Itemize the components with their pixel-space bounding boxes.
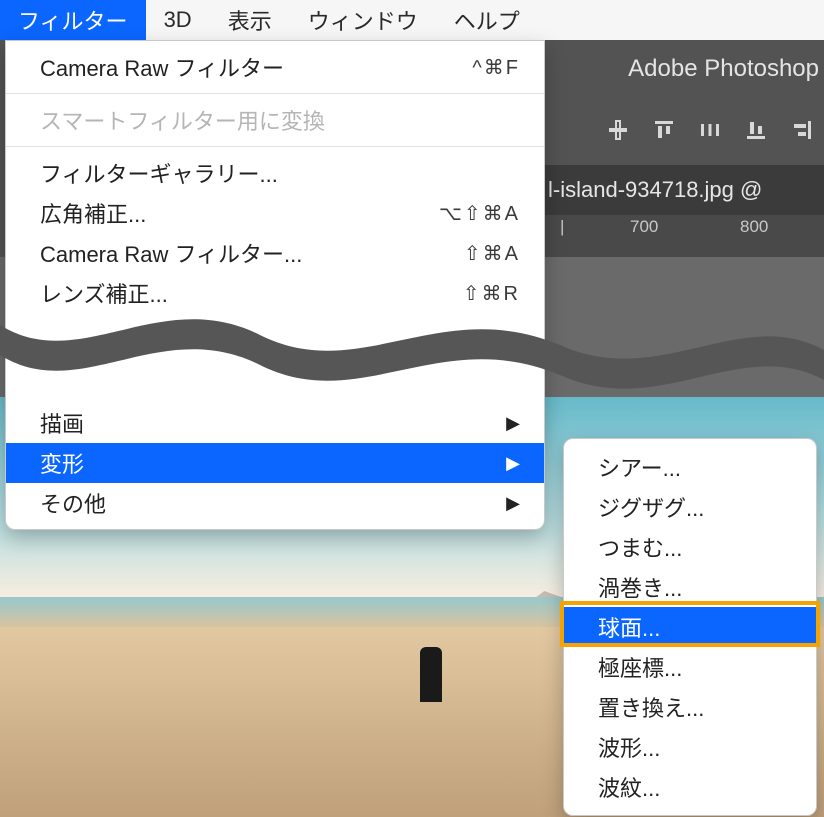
menu-item-label: Camera Raw フィルター... bbox=[40, 237, 302, 269]
menu-window[interactable]: ウィンドウ bbox=[290, 0, 436, 40]
submenu-arrow-icon: ▶ bbox=[506, 493, 520, 514]
menu-item-filter-gallery[interactable]: フィルターギャラリー... bbox=[6, 153, 544, 193]
menu-item-label: スマートフィルター用に変換 bbox=[40, 104, 325, 136]
menu-item-last-filter[interactable]: Camera Raw フィルター ^⌘F bbox=[6, 47, 544, 87]
menu-item-shortcut: ⌥⇧⌘A bbox=[439, 201, 520, 226]
align-top-icon[interactable] bbox=[652, 118, 676, 142]
submenu-item-zigzag[interactable]: ジグザグ... bbox=[564, 487, 816, 527]
menu-item-render[interactable]: 描画 ▶ bbox=[6, 403, 544, 443]
filter-menu-dropdown: Camera Raw フィルター ^⌘F スマートフィルター用に変換 フィルター… bbox=[5, 40, 545, 530]
submenu-arrow-icon: ▶ bbox=[506, 453, 520, 474]
submenu-item-displace[interactable]: 置き換え... bbox=[564, 687, 816, 727]
submenu-item-pinch[interactable]: つまむ... bbox=[564, 527, 816, 567]
align-bottom-icon[interactable] bbox=[744, 118, 768, 142]
menu-3d[interactable]: 3D bbox=[146, 0, 210, 40]
menu-item-label: Camera Raw フィルター bbox=[40, 51, 284, 83]
submenu-item-twirl[interactable]: 渦巻き... bbox=[564, 567, 816, 607]
menu-item-convert-smart: スマートフィルター用に変換 bbox=[6, 100, 544, 140]
menu-item-label: フィルターギャラリー... bbox=[40, 157, 278, 189]
document-tab[interactable]: l-island-934718.jpg @ bbox=[540, 165, 824, 215]
ruler-tick: | bbox=[560, 217, 564, 237]
menu-item-label: 描画 bbox=[40, 407, 84, 439]
submenu-arrow-icon: ▶ bbox=[506, 413, 520, 434]
menubar: フィルター 3D 表示 ウィンドウ ヘルプ bbox=[0, 0, 824, 40]
menu-item-label: その他 bbox=[40, 487, 106, 519]
submenu-item-shear[interactable]: シアー... bbox=[564, 447, 816, 487]
submenu-item-polar[interactable]: 極座標... bbox=[564, 647, 816, 687]
submenu-item-ripple[interactable]: 波紋... bbox=[564, 767, 816, 807]
canvas-figure bbox=[420, 647, 442, 702]
menu-item-camera-raw[interactable]: Camera Raw フィルター... ⇧⌘A bbox=[6, 233, 544, 273]
ruler-tick-label: 800 bbox=[740, 217, 768, 237]
align-vcenter-icon[interactable] bbox=[606, 118, 630, 142]
menu-view[interactable]: 表示 bbox=[210, 0, 290, 40]
menu-item-other[interactable]: その他 ▶ bbox=[6, 483, 544, 523]
menu-separator bbox=[6, 146, 544, 147]
menu-item-adaptive-wide[interactable]: 広角補正... ⌥⇧⌘A bbox=[6, 193, 544, 233]
menu-help[interactable]: ヘルプ bbox=[436, 0, 538, 40]
submenu-item-spherize[interactable]: 球面... bbox=[564, 607, 816, 647]
menu-item-label: 変形 bbox=[40, 447, 84, 479]
menu-item-distort[interactable]: 変形 ▶ bbox=[6, 443, 544, 483]
menu-item-shortcut: ⇧⌘A bbox=[464, 241, 520, 266]
menu-item-label: 広角補正... bbox=[40, 197, 146, 229]
distribute-h-icon[interactable] bbox=[698, 118, 722, 142]
app-title: Adobe Photoshop bbox=[628, 55, 824, 83]
distort-submenu: シアー... ジグザグ... つまむ... 渦巻き... 球面... 極座標..… bbox=[563, 438, 817, 816]
submenu-item-wave[interactable]: 波形... bbox=[564, 727, 816, 767]
menu-item-shortcut: ^⌘F bbox=[472, 55, 520, 80]
wavy-cut-decoration bbox=[0, 295, 824, 405]
menu-separator bbox=[6, 93, 544, 94]
ruler: | 700 800 bbox=[540, 215, 824, 257]
ruler-tick-label: 700 bbox=[630, 217, 658, 237]
menu-filter[interactable]: フィルター bbox=[0, 0, 146, 40]
align-right-edge-icon[interactable] bbox=[790, 118, 814, 142]
